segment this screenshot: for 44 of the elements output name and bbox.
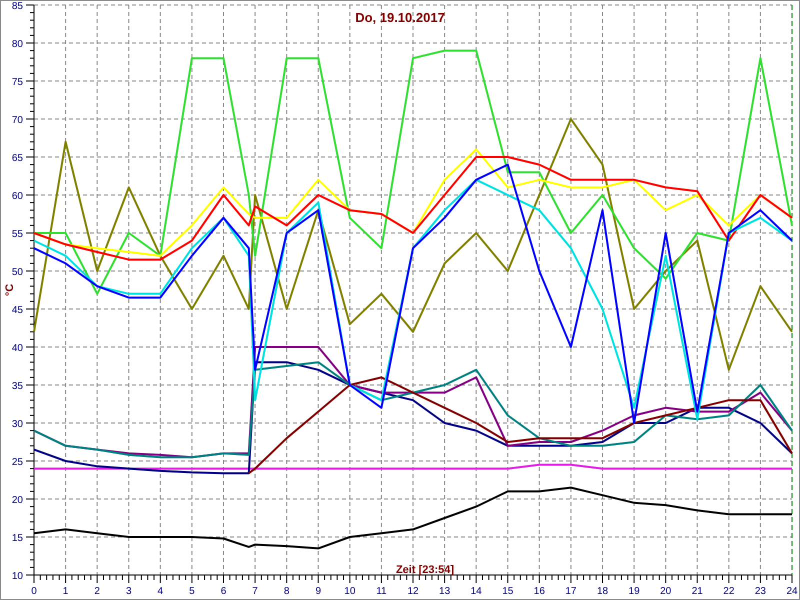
x-tick-label: 20 — [660, 586, 672, 597]
y-tick-label: 25 — [12, 457, 23, 468]
x-tick-label: 8 — [284, 586, 290, 597]
x-tick-label: 18 — [596, 586, 608, 597]
x-tick-label: 7 — [252, 586, 258, 597]
x-tick-label: 19 — [628, 586, 640, 597]
y-tick-label: 30 — [12, 419, 23, 430]
x-tick-label: 5 — [189, 586, 195, 597]
x-tick-label: 10 — [344, 586, 356, 597]
x-tick-label: 23 — [754, 586, 766, 597]
y-tick-label: 20 — [12, 495, 23, 506]
y-tick-label: 85 — [12, 1, 23, 12]
x-tick-label: 4 — [158, 586, 164, 597]
x-tick-label: 15 — [502, 586, 514, 597]
x-tick-label: 2 — [94, 586, 100, 597]
x-tick-label: 24 — [786, 586, 798, 597]
y-tick-label: 40 — [12, 343, 23, 354]
x-tick-label: 11 — [376, 586, 387, 597]
x-tick-label: 12 — [407, 586, 419, 597]
chart-title: Do, 19.10.2017 — [355, 10, 445, 25]
y-tick-label: 10 — [12, 571, 23, 582]
x-tick-label: 13 — [439, 586, 450, 597]
y-tick-label: 80 — [12, 39, 23, 50]
x-tick-label: 0 — [31, 586, 37, 597]
x-tick-label: 9 — [315, 586, 322, 597]
y-tick-label: 70 — [12, 115, 23, 126]
y-tick-label: 50 — [12, 267, 23, 278]
y-tick-label: 65 — [12, 153, 23, 164]
x-tick-label: 17 — [565, 586, 576, 597]
x-axis-title: Zeit [23:54] — [396, 564, 454, 576]
x-tick-label: 1 — [62, 586, 68, 597]
x-tick-label: 21 — [692, 586, 703, 597]
y-tick-label: 75 — [12, 77, 23, 88]
y-tick-label: 35 — [12, 381, 23, 392]
y-axis-title: °C — [4, 284, 16, 296]
y-tick-label: 15 — [12, 533, 23, 544]
x-tick-label: 14 — [470, 586, 482, 597]
y-tick-label: 45 — [12, 305, 23, 316]
y-tick-label: 55 — [12, 229, 23, 240]
x-tick-label: 6 — [220, 586, 226, 597]
y-tick-label: 60 — [12, 191, 23, 202]
x-tick-label: 16 — [534, 586, 545, 597]
x-tick-label: 3 — [126, 586, 132, 597]
x-tick-label: 22 — [723, 586, 734, 597]
